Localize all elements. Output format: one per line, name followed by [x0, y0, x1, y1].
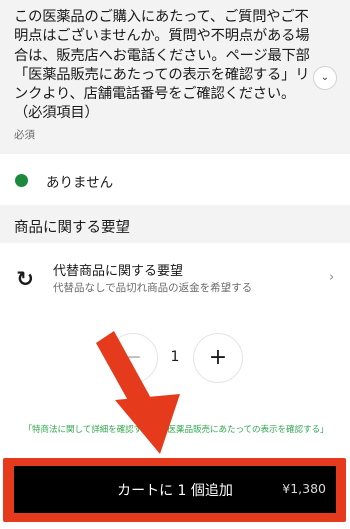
section-title: 商品に関する要望: [14, 220, 130, 236]
answer-option-none[interactable]: ありません: [0, 163, 350, 197]
cart-price: ¥1,380: [282, 481, 326, 496]
add-to-cart-button[interactable]: カートに 1 個追加 ¥1,380: [14, 466, 336, 513]
increase-quantity-button[interactable]: +: [193, 333, 243, 383]
substitution-title: 代替商品に関する要望: [53, 264, 184, 279]
medical-question-panel[interactable]: この医薬品のご購入にあたって、ご質問やご不明点はございませんか。質問や不明点があ…: [0, 0, 350, 154]
quantity-value: 1: [170, 349, 180, 365]
answer-option-label: ありません: [46, 175, 114, 191]
product-requests-header: 商品に関する要望: [0, 205, 350, 243]
substitution-description: 代替品なしで品切れ商品の返金を希望する: [53, 282, 253, 294]
drug-sales-info-link[interactable]: 「医薬品販売にあたっての表示を確認する」: [163, 425, 328, 435]
chevron-down-icon[interactable]: ⌄: [313, 66, 337, 90]
required-label: 必須: [14, 129, 35, 141]
quantity-stepper: − 1 +: [0, 333, 350, 387]
tokushoho-link[interactable]: 「特商法に関して詳細を確認する」: [24, 425, 155, 435]
chevron-right-icon: ›: [329, 270, 335, 285]
radio-selected-icon[interactable]: [15, 174, 28, 187]
legal-links: 「特商法に関して詳細を確認する」、「医薬品販売にあたっての表示を確認する」: [14, 424, 338, 436]
question-text: この医薬品のご購入にあたって、ご質問やご不明点はございませんか。質問や不明点があ…: [14, 9, 310, 122]
decrease-quantity-button[interactable]: −: [108, 333, 158, 383]
swap-cycle-icon: ↻: [16, 267, 34, 291]
substitution-preference-row[interactable]: ↻ 代替商品に関する要望 代替品なしで品切れ商品の返金を希望する ›: [0, 253, 350, 303]
